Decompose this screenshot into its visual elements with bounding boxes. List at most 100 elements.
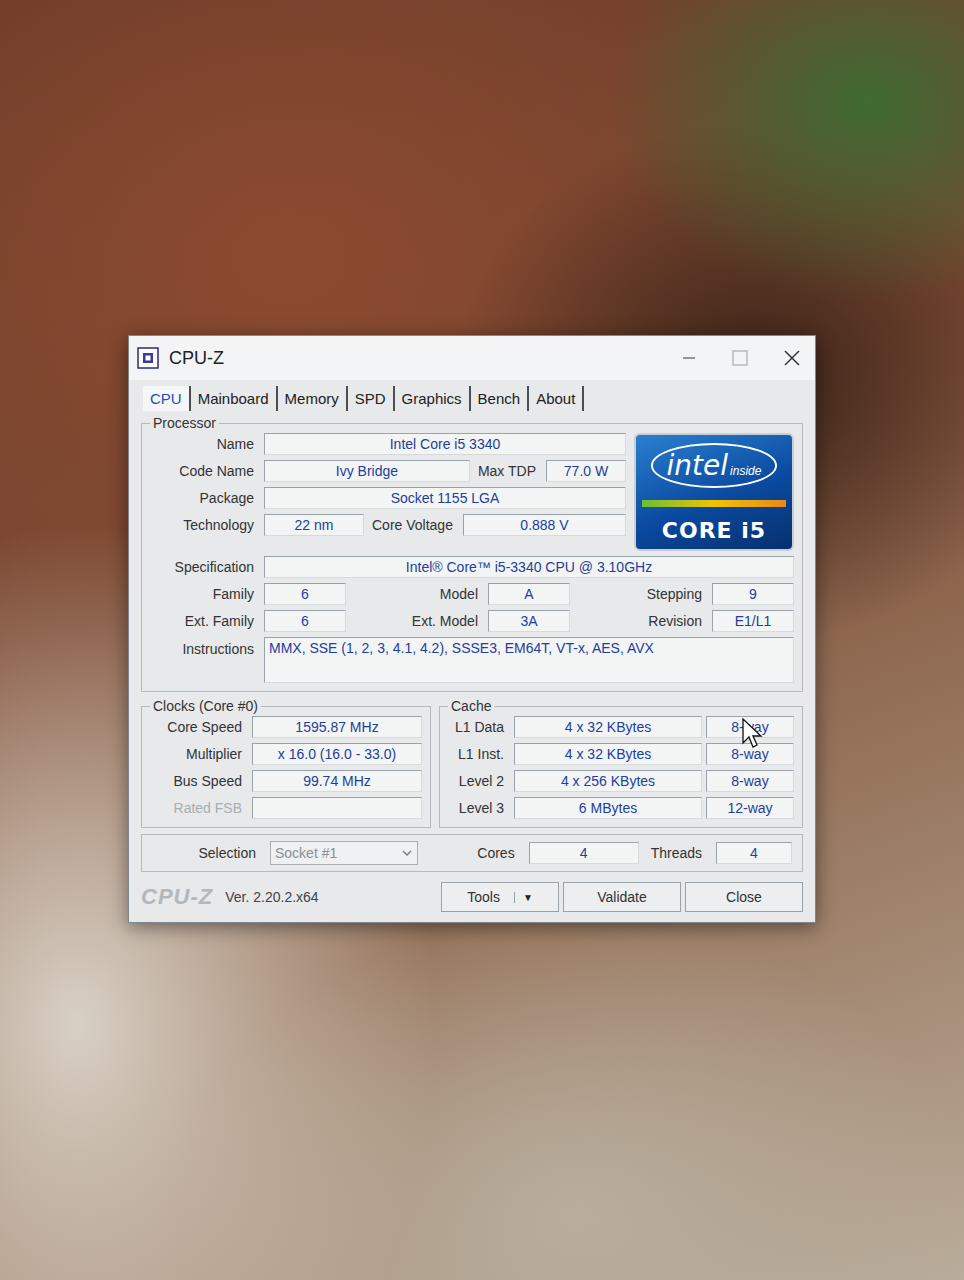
field-label: Selection bbox=[152, 845, 262, 861]
logo-product: CORE i5 bbox=[662, 518, 766, 543]
threads-value: 4 bbox=[716, 842, 792, 864]
window-title: CPU-Z bbox=[169, 348, 224, 369]
cache-row: Level 36 MBytes12-way bbox=[448, 797, 794, 819]
field-label: Core Speed bbox=[150, 719, 248, 735]
cache-group: CacheL1 Data4 x 32 KBytes8-wayL1 Inst.4 … bbox=[439, 698, 803, 828]
window-controls bbox=[681, 349, 801, 367]
field-row: PackageSocket 1155 LGA bbox=[150, 487, 626, 509]
intel-logo: intelinside CORE i5 bbox=[634, 433, 794, 551]
bottom-groups: Clocks (Core #0)Core Speed1595.87 MHzMul… bbox=[141, 698, 803, 828]
field-label: Threads bbox=[647, 845, 708, 861]
footer-button[interactable]: Close bbox=[685, 882, 803, 912]
field-label: Ext. Model bbox=[350, 613, 484, 629]
field-label: Core Voltage bbox=[368, 517, 459, 533]
footer-button[interactable]: Tools ▼ bbox=[441, 882, 559, 912]
field-label: Max TDP bbox=[474, 463, 542, 479]
id-grid: Family6ModelAStepping9 Ext. Family6Ext. M… bbox=[150, 583, 794, 632]
field-label: Code Name bbox=[150, 463, 260, 479]
clocks-group: Clocks (Core #0)Core Speed1595.87 MHzMul… bbox=[141, 698, 431, 828]
field-label: Family bbox=[150, 586, 260, 602]
field-value: 9 bbox=[712, 583, 794, 605]
cache-size: 4 x 32 KBytes bbox=[514, 716, 702, 738]
logo-stripe bbox=[642, 500, 786, 507]
field-value: 6 bbox=[264, 610, 346, 632]
logo-oval: intelinside bbox=[651, 443, 778, 488]
field-label: Bus Speed bbox=[150, 773, 248, 789]
selection-bar: Selection Socket #1 Cores 4 Threads 4 bbox=[141, 834, 803, 872]
footer-button[interactable]: Validate bbox=[563, 882, 681, 912]
cache-ways: 12-way bbox=[706, 797, 794, 819]
wallpaper-photo: CPU-ZCPUMainboardMemorySPDGraphicsBenchA… bbox=[0, 0, 964, 1280]
field-value: 22 nm bbox=[264, 514, 364, 536]
processor-top: NameIntel Core i5 3340Code NameIvy Bridg… bbox=[150, 433, 794, 551]
processor-fields: NameIntel Core i5 3340Code NameIvy Bridg… bbox=[150, 433, 626, 536]
cache-size: 6 MBytes bbox=[514, 797, 702, 819]
tab-bar: CPUMainboardMemorySPDGraphicsBenchAbout bbox=[129, 380, 815, 411]
field-label: Specification bbox=[150, 559, 260, 575]
field-value: 6 bbox=[264, 583, 346, 605]
cpu-panel: Processor NameIntel Core i5 3340Code Name… bbox=[129, 411, 815, 880]
footer: CPU-ZVer. 2.20.2.x64Tools▼ValidateClose bbox=[129, 880, 815, 922]
tab[interactable]: About bbox=[529, 386, 584, 411]
field-value: 0.888 V bbox=[463, 514, 626, 536]
dropdown-arrow: ▼ bbox=[514, 892, 533, 903]
group-title: Clocks (Core #0) bbox=[150, 698, 261, 714]
field-label: Stepping bbox=[574, 586, 708, 602]
clock-row: Rated FSB bbox=[150, 797, 422, 819]
clock-row: Multiplierx 16.0 (16.0 - 33.0) bbox=[150, 743, 422, 765]
cpu-z-window: CPU-ZCPUMainboardMemorySPDGraphicsBenchA… bbox=[128, 335, 816, 923]
field-label: Level 2 bbox=[448, 773, 510, 789]
cores-value: 4 bbox=[529, 842, 639, 864]
field-value: E1/L1 bbox=[712, 610, 794, 632]
field-row: Technology22 nmCore Voltage0.888 V bbox=[150, 514, 626, 536]
cache-row: Level 24 x 256 KBytes8-way bbox=[448, 770, 794, 792]
button-label: Tools bbox=[467, 889, 500, 905]
tab[interactable]: Mainboard bbox=[191, 386, 278, 411]
field-label: Package bbox=[150, 490, 260, 506]
field-label: Multiplier bbox=[150, 746, 248, 762]
field-label: L1 Data bbox=[448, 719, 510, 735]
cache-ways: 8-way bbox=[706, 743, 794, 765]
chevron-down-icon bbox=[401, 847, 413, 859]
field-value: Intel Core i5 3340 bbox=[264, 433, 626, 455]
field-value: Ivy Bridge bbox=[264, 460, 470, 482]
cache-ways: 8-way bbox=[706, 770, 794, 792]
tab[interactable]: CPU bbox=[143, 386, 191, 411]
field-value: MMX, SSE (1, 2, 3, 4.1, 4.2), SSSE3, EM6… bbox=[264, 637, 794, 683]
field-row: Code NameIvy BridgeMax TDP77.0 W bbox=[150, 460, 626, 482]
field-value: A bbox=[488, 583, 570, 605]
tab[interactable]: SPD bbox=[348, 386, 395, 411]
field-label: Revision bbox=[574, 613, 708, 629]
socket-dropdown[interactable]: Socket #1 bbox=[270, 841, 418, 865]
clock-row: Core Speed1595.87 MHz bbox=[150, 716, 422, 738]
field-value: 77.0 W bbox=[546, 460, 626, 482]
field-label: Level 3 bbox=[448, 800, 510, 816]
processor-group: Processor NameIntel Core i5 3340Code Name… bbox=[141, 415, 803, 692]
minimize-icon[interactable] bbox=[681, 350, 697, 366]
field-value: 3A bbox=[488, 610, 570, 632]
close-icon[interactable] bbox=[783, 349, 801, 367]
group-title: Processor bbox=[150, 415, 219, 431]
tab[interactable]: Memory bbox=[278, 386, 348, 411]
cache-size: 4 x 32 KBytes bbox=[514, 743, 702, 765]
field-label: Technology bbox=[150, 517, 260, 533]
field-label: Ext. Family bbox=[150, 613, 260, 629]
field-label: Model bbox=[350, 586, 484, 602]
group-title: Cache bbox=[448, 698, 494, 714]
maximize-icon[interactable] bbox=[731, 349, 749, 367]
title-bar: CPU-Z bbox=[129, 336, 815, 380]
field-label: Cores bbox=[473, 845, 520, 861]
mouse-cursor-icon bbox=[742, 718, 764, 750]
field-label: Instructions bbox=[150, 637, 260, 657]
cache-size: 4 x 256 KBytes bbox=[514, 770, 702, 792]
field-value: 1595.87 MHz bbox=[252, 716, 422, 738]
field-value: Socket 1155 LGA bbox=[264, 487, 626, 509]
cache-row: L1 Data4 x 32 KBytes8-way bbox=[448, 716, 794, 738]
field-row: SpecificationIntel® Core™ i5-3340 CPU @ … bbox=[150, 556, 794, 578]
dropdown-value: Socket #1 bbox=[275, 845, 337, 861]
logo-tagline: inside bbox=[730, 464, 761, 478]
tab[interactable]: Graphics bbox=[395, 386, 471, 411]
cpu-z-brand: CPU-Z bbox=[141, 884, 213, 910]
tab[interactable]: Bench bbox=[471, 386, 530, 411]
logo-brand: intel bbox=[667, 449, 729, 482]
